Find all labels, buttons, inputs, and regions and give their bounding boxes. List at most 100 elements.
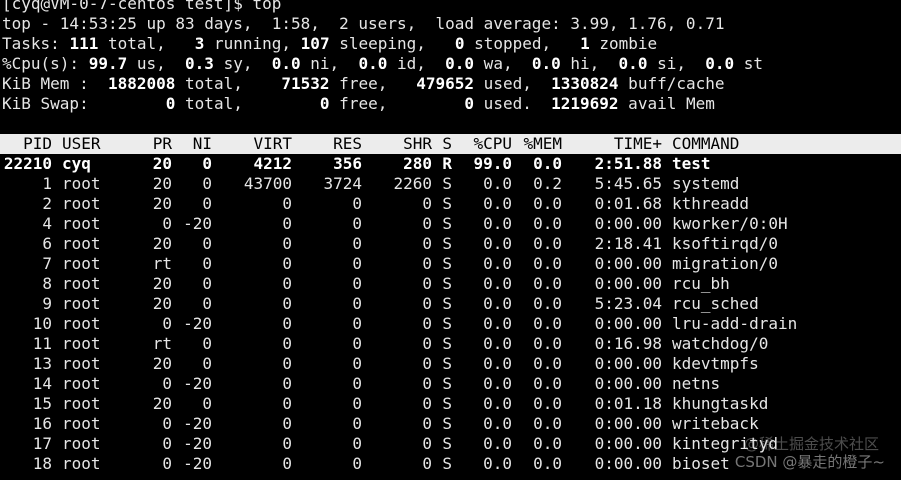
cell-shr: 0 (422, 234, 432, 253)
cpu-si: 0.0 (618, 54, 648, 73)
swap-total: 0 (165, 94, 176, 113)
cell-time: 5:45.65 (594, 174, 662, 193)
header-user: USER (62, 134, 101, 153)
cell-cpu: 0.0 (483, 194, 512, 213)
cell-mem: 0.0 (533, 194, 562, 213)
cell-cpu: 0.0 (483, 414, 512, 433)
cell-mem: 0.0 (533, 314, 562, 333)
cell-virt: 0 (282, 314, 292, 333)
cell-s: S (442, 334, 452, 353)
mem-free-label: free, (329, 74, 388, 93)
cell-time: 0:00.00 (594, 354, 662, 373)
cell-s: S (442, 194, 452, 213)
cell-cpu: 99.0 (473, 154, 512, 173)
cell-ni: 0 (202, 174, 212, 193)
cell-cpu: 0.0 (483, 314, 512, 333)
cpu-us-label: us, (127, 54, 166, 73)
cell-shr: 0 (422, 374, 432, 393)
cell-pid: 16 (32, 414, 52, 433)
cell-mem: 0.0 (533, 434, 562, 453)
tasks-running: 3 (194, 34, 205, 53)
cell-res: 0 (352, 254, 362, 273)
prompt-text: [cyq@VM-0-7-centos test]$ top (2, 0, 282, 13)
cell-pr: 20 (152, 154, 172, 173)
cell-pr: 20 (152, 234, 172, 253)
cell-shr: 0 (422, 314, 432, 333)
cell-cpu: 0.0 (483, 374, 512, 393)
cell-pid: 7 (42, 254, 52, 273)
cell-pr: 20 (152, 354, 172, 373)
cell-virt: 0 (282, 254, 292, 273)
cell-ni: -20 (183, 214, 212, 233)
cell-command: lru-add-drain (672, 314, 798, 333)
cell-command: migration/0 (672, 254, 778, 273)
cell-user: cyq (62, 154, 91, 173)
cell-mem: 0.0 (533, 254, 562, 273)
cell-ni: 0 (202, 334, 212, 353)
cell-cpu: 0.0 (483, 394, 512, 413)
cell-shr: 0 (422, 354, 432, 373)
table-row: 8 root 20 0 0 0 0 S 0.0 0.0 0:00.00 rcu_bh (0, 274, 901, 294)
cell-time: 0:00.00 (594, 414, 662, 433)
cell-res: 0 (352, 234, 362, 253)
cpu-us: 99.7 (88, 54, 128, 73)
cpu-ni: 0.0 (271, 54, 301, 73)
cell-mem: 0.0 (533, 294, 562, 313)
cell-cpu: 0.0 (483, 334, 512, 353)
cell-ni: -20 (183, 414, 212, 433)
cell-cpu: 0.0 (483, 434, 512, 453)
cell-shr: 0 (422, 334, 432, 353)
cell-pid: 2 (42, 194, 52, 213)
mem-total: 1882008 (107, 74, 176, 93)
cell-user: root (62, 314, 101, 333)
mem-buff-label: buff/cache (618, 74, 725, 93)
cell-command: kdevtmpfs (672, 354, 759, 373)
cell-virt: 0 (282, 334, 292, 353)
shell-prompt: [cyq@VM-0-7-centos test]$ top (0, 0, 901, 14)
cell-time: 2:18.41 (594, 234, 662, 253)
mem-free: 71532 (281, 74, 330, 93)
cell-virt: 43700 (243, 174, 292, 193)
cell-shr: 0 (422, 454, 432, 473)
mem-used: 479652 (416, 74, 475, 93)
cell-command: kintegrityd (672, 434, 778, 453)
cell-time: 0:01.18 (594, 394, 662, 413)
cell-res: 0 (352, 314, 362, 333)
cpu-label: %Cpu(s): (2, 54, 80, 73)
cell-virt: 0 (282, 434, 292, 453)
cell-pr: 20 (152, 274, 172, 293)
process-table-header: PID USER PR NI VIRT RES SHR S %CPU %MEM … (0, 134, 901, 154)
swap-used: 0 (464, 94, 475, 113)
cell-shr: 0 (422, 274, 432, 293)
tasks-zombie: 1 (580, 34, 590, 53)
process-table-body: 22210 cyq 20 0 4212 356 280 R 99.0 0.0 2:51.88 test… (0, 154, 901, 474)
terminal-window[interactable]: [cyq@VM-0-7-centos test]$ top top - 14:5… (0, 0, 901, 480)
cell-ni: 0 (202, 394, 212, 413)
cell-pr: 0 (162, 414, 172, 433)
cpu-hi: 0.0 (531, 54, 561, 73)
tasks-total: 111 (69, 34, 99, 53)
header-s: S (442, 134, 452, 153)
tasks-sleeping-label: sleeping, (329, 34, 426, 53)
table-row: 11 root rt 0 0 0 0 S 0.0 0.0 0:16.98 watchdog/0 (0, 334, 901, 354)
cell-pr: 0 (162, 454, 172, 473)
tasks-line: Tasks: 111 total, 3 running, 107 sleepin… (0, 34, 901, 54)
cell-virt: 0 (282, 234, 292, 253)
table-row: 17 root 0 -20 0 0 0 S 0.0 0.0 0:00.00 kintegrityd (0, 434, 901, 454)
mem-used-label: used, (474, 74, 532, 93)
cell-shr: 0 (422, 214, 432, 233)
table-row: 7 root rt 0 0 0 0 S 0.0 0.0 0:00.00 migration/0 (0, 254, 901, 274)
cell-time: 2:51.88 (594, 154, 662, 173)
table-row: 9 root 20 0 0 0 0 S 0.0 0.0 5:23.04 rcu_sched (0, 294, 901, 314)
cell-virt: 4212 (253, 154, 292, 173)
cpu-st: 0.0 (705, 54, 735, 73)
cell-ni: 0 (202, 354, 212, 373)
table-row: 18 root 0 -20 0 0 0 S 0.0 0.0 0:00.00 bioset (0, 454, 901, 474)
cell-time: 0:00.00 (594, 214, 662, 233)
swap-used-label: used. (474, 94, 532, 113)
mem-label: KiB Mem : (2, 74, 89, 93)
header-res: RES (333, 134, 362, 153)
cell-time: 0:01.68 (594, 194, 662, 213)
cell-command: rcu_sched (672, 294, 759, 313)
table-row: 10 root 0 -20 0 0 0 S 0.0 0.0 0:00.00 lru-add-drain (0, 314, 901, 334)
